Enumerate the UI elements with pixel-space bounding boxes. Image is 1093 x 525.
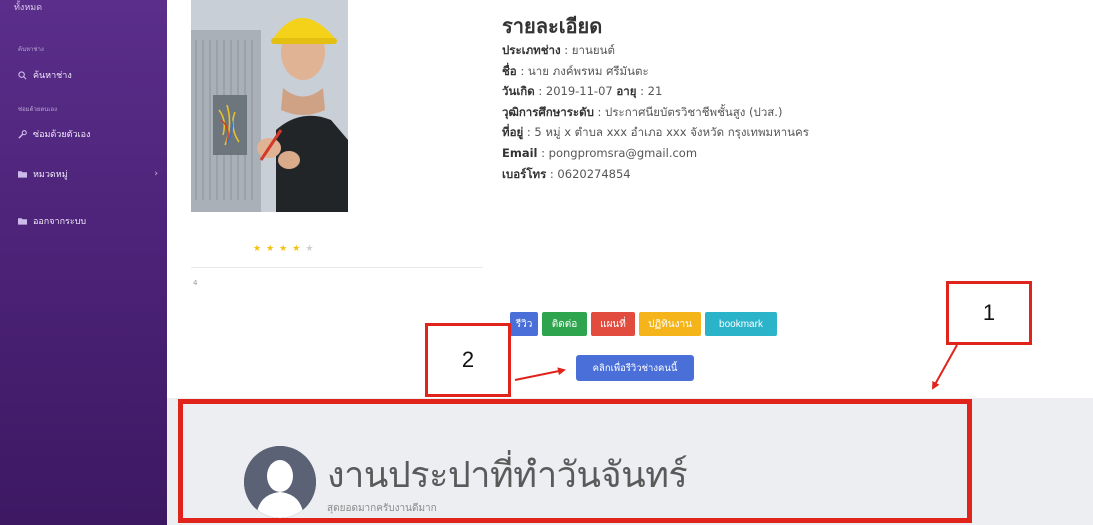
arrow-to-review-section — [932, 344, 958, 390]
page: ทั้งหมด ค้นหาช่าง ค้นหาช่าง ซ่อมด้วยตนเอ… — [0, 0, 1093, 525]
arrow-to-review-button — [514, 367, 566, 381]
annotation-arrows — [514, 344, 958, 390]
